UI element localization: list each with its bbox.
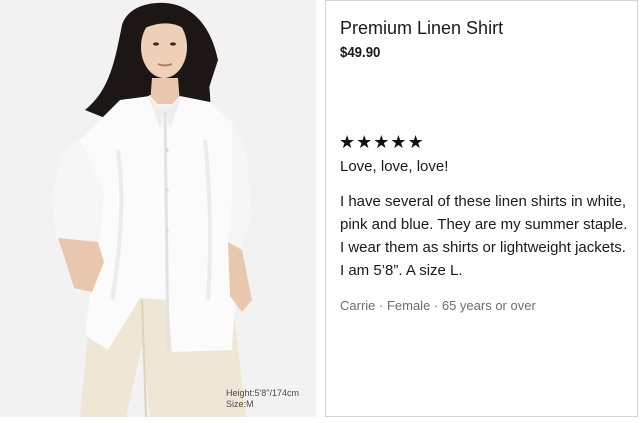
review-card: Premium Linen Shirt $49.90 ★★★★★ Love, l… <box>325 0 638 417</box>
model-height-text: Height:5'8"/174cm <box>226 388 299 398</box>
reviewer-meta: Carrie · Female · 65 years or over <box>340 298 536 313</box>
model-wearing-shirt-image <box>0 0 316 417</box>
model-size-caption: Height:5'8"/174cm Size:M <box>226 388 299 410</box>
product-photo: Height:5'8"/174cm Size:M <box>0 0 316 417</box>
review-body: I have several of these linen shirts in … <box>340 193 628 279</box>
product-price: $49.90 <box>340 44 381 61</box>
review-title: Love, love, love! <box>340 158 449 175</box>
rating-stars: ★★★★★ <box>339 132 425 152</box>
product-name[interactable]: Premium Linen Shirt <box>340 18 503 39</box>
model-size-text: Size:M <box>226 399 254 409</box>
